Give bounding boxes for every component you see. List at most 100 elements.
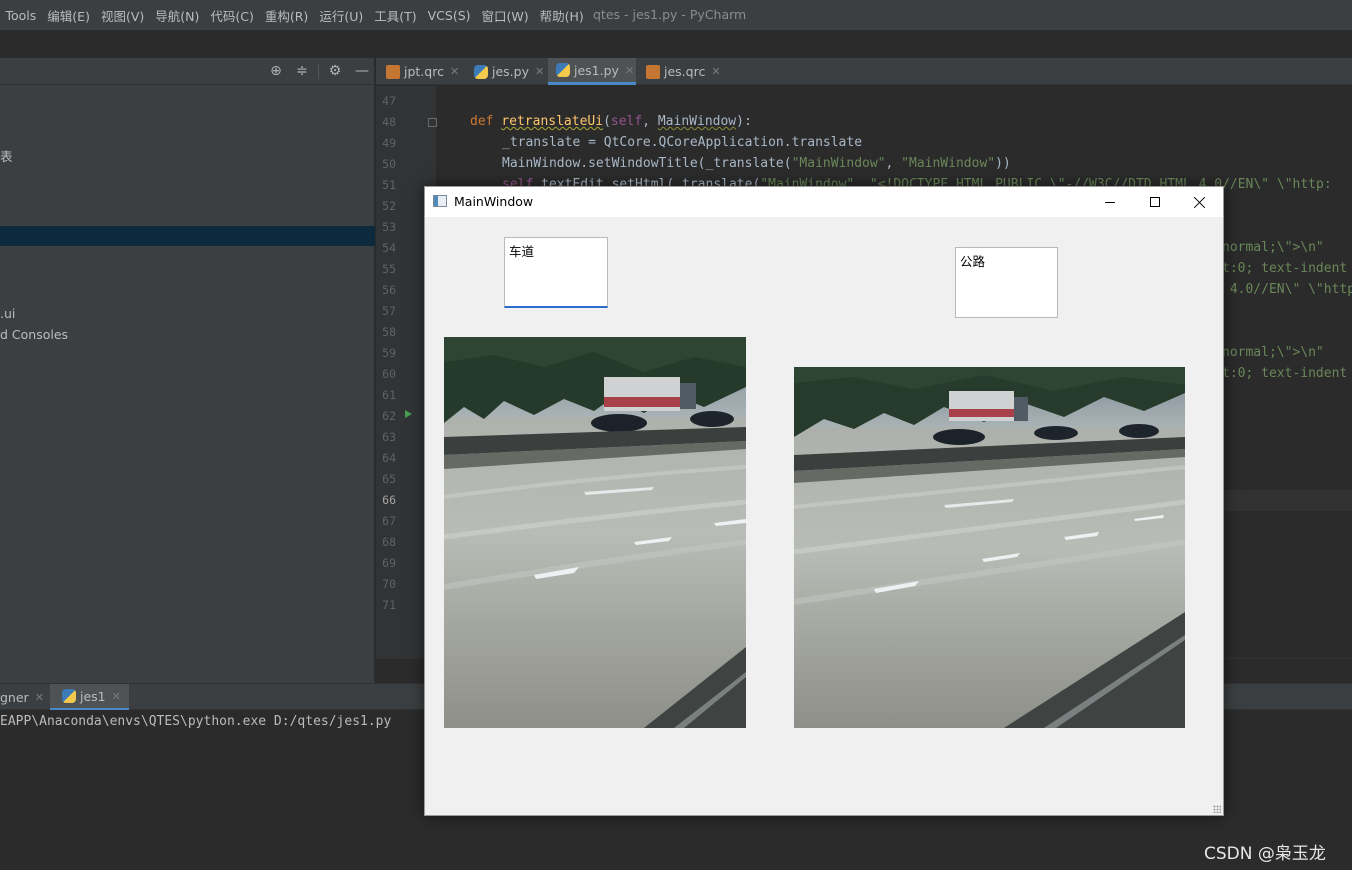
line-number: 59 [382,346,396,360]
code-fragment-55: t:0; text-indent [1222,261,1348,276]
line-number: 51 [382,178,396,192]
python-file-icon [474,64,488,79]
project-tree-item-ui[interactable]: .ui [0,306,15,321]
resize-grip-icon[interactable] [1213,805,1221,813]
close-icon[interactable]: ✕ [535,65,544,78]
tab-label: jes.qrc [664,64,706,79]
menu-refactor[interactable]: 重构(R) [259,6,313,25]
code-fragment-60: t:0; text-indent [1222,366,1348,381]
code-string: "MainWindow" [901,156,996,171]
close-icon[interactable]: ✕ [35,691,44,704]
line-number: 62 [382,409,396,423]
road-image-right [794,367,1185,728]
app-window-icon [433,195,447,207]
project-tree-item-consoles[interactable]: d Consoles [0,327,68,342]
menu-code[interactable]: 代码(C) [205,6,259,25]
qrc-file-icon [646,64,660,79]
qt-main-window: MainWindow 车道 公路 [424,186,1224,816]
code-token: )) [995,156,1011,171]
ide-window-title: qtes - jes1.py - PyCharm [593,7,747,22]
line-number: 50 [382,157,396,171]
menu-run[interactable]: 运行(U) [314,6,369,25]
tab-label: jes.py [492,64,529,79]
line-number: 58 [382,325,396,339]
close-icon[interactable]: ✕ [625,64,634,77]
line-number: 56 [382,283,396,297]
line-number: 65 [382,472,396,486]
qt-titlebar[interactable]: MainWindow [425,187,1223,217]
menu-help[interactable]: 帮助(H) [534,6,589,25]
line-number: 53 [382,220,396,234]
python-file-icon [556,63,570,77]
code-function-name: retranslateUi [501,114,604,129]
run-tab-label: gner [0,690,29,705]
code-token: ): [736,114,752,129]
line-number: 52 [382,199,396,213]
close-icon [1194,196,1206,208]
menu-window[interactable]: 窗口(W) [476,6,534,25]
line-number: 55 [382,262,396,276]
python-file-icon [62,689,76,703]
menu-navigate[interactable]: 导航(N) [150,6,205,25]
code-token: MainWindow.setWindowTitle(_translate( [502,156,792,171]
code-self: self [610,114,643,129]
collapse-all-icon[interactable]: ≑ [294,63,310,79]
hide-panel-icon[interactable]: — [354,63,370,79]
road-text-edit[interactable]: 公路 [955,247,1058,318]
menu-view[interactable]: 视图(V) [95,6,149,25]
locate-icon[interactable]: ⊕ [268,63,284,79]
project-toolbar: ⊕ ≑ ⚙ — [0,58,375,85]
code-fragment-59: normal;\">\n" [1222,345,1324,360]
project-tree-selected-row[interactable] [0,226,375,246]
watermark: CSDN @枭玉龙 [1204,844,1326,864]
tab-label: jes1.py [574,62,619,78]
line-number: 69 [382,556,396,570]
menu-tools[interactable]: Tools [0,8,42,23]
code-line-48: def retranslateUi(self, MainWindow): [470,114,752,129]
qt-window-title: MainWindow [454,194,534,209]
menu-vcs[interactable]: VCS(S) [422,8,476,23]
project-tree-item[interactable]: 表 [0,146,13,165]
close-icon[interactable]: ✕ [450,65,459,78]
tab-jes1-py[interactable]: jes1.py ✕ [548,58,636,85]
gear-icon[interactable]: ⚙ [327,63,343,79]
line-number: 61 [382,388,396,402]
close-icon[interactable]: ✕ [711,65,720,78]
run-gutter-icon[interactable] [405,410,412,418]
code-keyword: def [470,114,494,129]
code-string: "MainWindow" [791,156,886,171]
tab-jes-qrc[interactable]: jes.qrc ✕ [638,58,724,85]
toolbar-divider [318,64,319,79]
line-number: 48 [382,115,396,129]
line-number: 67 [382,514,396,528]
close-icon[interactable]: ✕ [112,690,121,703]
qrc-file-icon [386,64,400,79]
maximize-button[interactable] [1132,187,1178,217]
code-line-49: _translate = QtCore.QCoreApplication.tra… [502,135,863,150]
minimize-button[interactable] [1087,187,1133,217]
line-number: 57 [382,304,396,318]
tab-jes-py[interactable]: jes.py ✕ [466,58,546,85]
line-number: 71 [382,598,396,612]
line-number: 64 [382,451,396,465]
tab-jpt-qrc[interactable]: jpt.qrc ✕ [378,58,464,85]
menu-edit[interactable]: 编辑(E) [42,6,96,25]
code-fragment-54: normal;\">\n" [1222,240,1324,255]
lane-text-edit[interactable]: 车道 [504,237,608,308]
run-tab-designer[interactable]: gner ✕ [0,684,44,711]
line-number: 47 [382,94,396,108]
close-button[interactable] [1177,187,1223,217]
minimize-icon [1105,201,1115,203]
line-number: 63 [382,430,396,444]
code-token: ( [603,114,611,129]
maximize-icon [1150,197,1160,207]
run-tab-label: jes1 [80,688,106,704]
fold-marker-icon[interactable] [428,118,437,127]
menu-tools-cn[interactable]: 工具(T) [369,6,422,25]
run-tab-jes1[interactable]: jes1 ✕ [50,684,129,711]
run-command-text: EAPP\Anaconda\envs\QTES\python.exe D:/qt… [0,714,392,729]
code-token: , [885,156,902,171]
line-number: 49 [382,136,396,150]
line-number: 68 [382,535,396,549]
line-number: 54 [382,241,396,255]
